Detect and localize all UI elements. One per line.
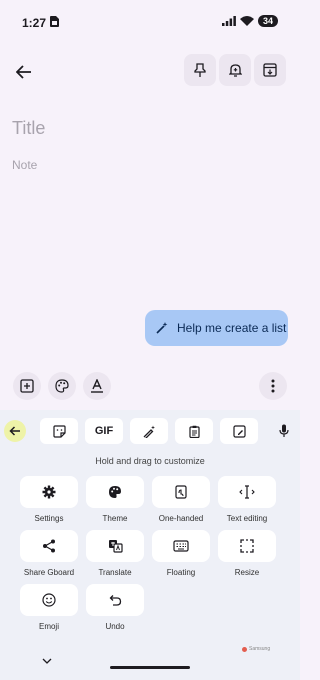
reminder-button[interactable]	[219, 54, 251, 86]
add-box-icon	[20, 379, 34, 393]
gboard-keyboard: GIF Hold and drag to customize Settings …	[0, 410, 300, 680]
pin-button[interactable]	[184, 54, 216, 86]
home-indicator[interactable]	[110, 666, 190, 669]
back-button[interactable]	[8, 56, 40, 88]
brand-watermark: Samsung	[242, 646, 270, 652]
share-gboard-label: Share Gboard	[23, 568, 75, 577]
share-gboard-tile[interactable]	[20, 530, 78, 562]
floating-tile[interactable]	[152, 530, 210, 562]
pin-icon	[194, 63, 206, 77]
sticker-key[interactable]	[40, 418, 78, 444]
background-options-button[interactable]	[48, 372, 76, 400]
archive-icon	[263, 63, 277, 77]
help-me-create-list-button[interactable]: Help me create a list	[145, 310, 288, 346]
signal-icon	[221, 16, 236, 26]
undo-icon	[109, 594, 121, 606]
gif-key[interactable]: GIF	[85, 418, 123, 444]
text-format-button[interactable]	[83, 372, 111, 400]
palette-icon	[109, 486, 121, 498]
more-options-button[interactable]	[259, 372, 287, 400]
keyboard-toolbar: GIF	[0, 418, 300, 444]
resize-icon	[240, 539, 254, 553]
emoji-label: Emoji	[38, 622, 59, 631]
theme-tile[interactable]	[86, 476, 144, 508]
settings-tile[interactable]	[20, 476, 78, 508]
archive-button[interactable]	[254, 54, 286, 86]
emoji-tile[interactable]	[20, 584, 78, 616]
more-vert-icon	[271, 379, 275, 393]
settings-label: Settings	[34, 514, 64, 523]
magic-key[interactable]	[130, 418, 168, 444]
hide-keyboard-button[interactable]	[42, 658, 52, 664]
note-app-bar	[0, 52, 300, 92]
text-format-icon	[91, 379, 103, 393]
magic-wand-icon	[156, 322, 168, 334]
chevron-down-icon	[42, 658, 52, 664]
title-field[interactable]: Title	[12, 118, 45, 139]
emoji-icon	[42, 593, 56, 607]
sparkle-pen-icon	[143, 425, 155, 438]
translate-icon	[108, 540, 123, 553]
one-handed-label: One-handed	[158, 514, 204, 523]
resize-tile[interactable]	[218, 530, 276, 562]
keyboard-back-button[interactable]	[4, 420, 26, 442]
share-icon	[43, 539, 55, 553]
battery-indicator: 34	[257, 15, 278, 27]
text-cursor-icon	[239, 485, 255, 499]
one-handed-tile[interactable]	[152, 476, 210, 508]
translate-tile[interactable]	[86, 530, 144, 562]
floating-keyboard-icon	[173, 540, 189, 552]
translate-label: Translate	[98, 568, 132, 577]
brand-label: Samsung	[249, 646, 271, 652]
add-content-button[interactable]	[13, 372, 41, 400]
clipboard-key[interactable]	[175, 418, 213, 444]
status-time: 1:27	[22, 16, 47, 30]
text-editing-label: Text editing	[226, 514, 268, 523]
gear-icon	[42, 485, 56, 499]
edit-image-key[interactable]	[220, 418, 258, 444]
microphone-icon	[279, 424, 289, 437]
theme-label: Theme	[102, 514, 128, 523]
text-editing-tile[interactable]	[218, 476, 276, 508]
floating-label: Floating	[166, 568, 196, 577]
arrow-left-icon	[16, 65, 31, 79]
note-field[interactable]: Note	[12, 158, 37, 172]
palette-icon	[55, 379, 69, 393]
sticker-icon	[52, 424, 66, 438]
brand-logo-icon	[242, 646, 247, 652]
status-bar: 1:27 34	[0, 0, 300, 44]
clipboard-icon	[188, 425, 200, 438]
help-button-label: Help me create a list	[177, 321, 287, 335]
voice-input-button[interactable]	[274, 420, 294, 442]
edit-image-icon	[232, 424, 246, 438]
undo-tile[interactable]	[86, 584, 144, 616]
undo-label: Undo	[105, 622, 125, 631]
bell-plus-icon	[228, 64, 242, 77]
sim-card-icon	[50, 16, 59, 27]
resize-label: Resize	[234, 568, 260, 577]
wifi-icon	[239, 16, 254, 26]
arrow-left-icon	[9, 426, 20, 436]
one-handed-icon	[175, 485, 187, 499]
customize-hint: Hold and drag to customize	[95, 456, 205, 466]
